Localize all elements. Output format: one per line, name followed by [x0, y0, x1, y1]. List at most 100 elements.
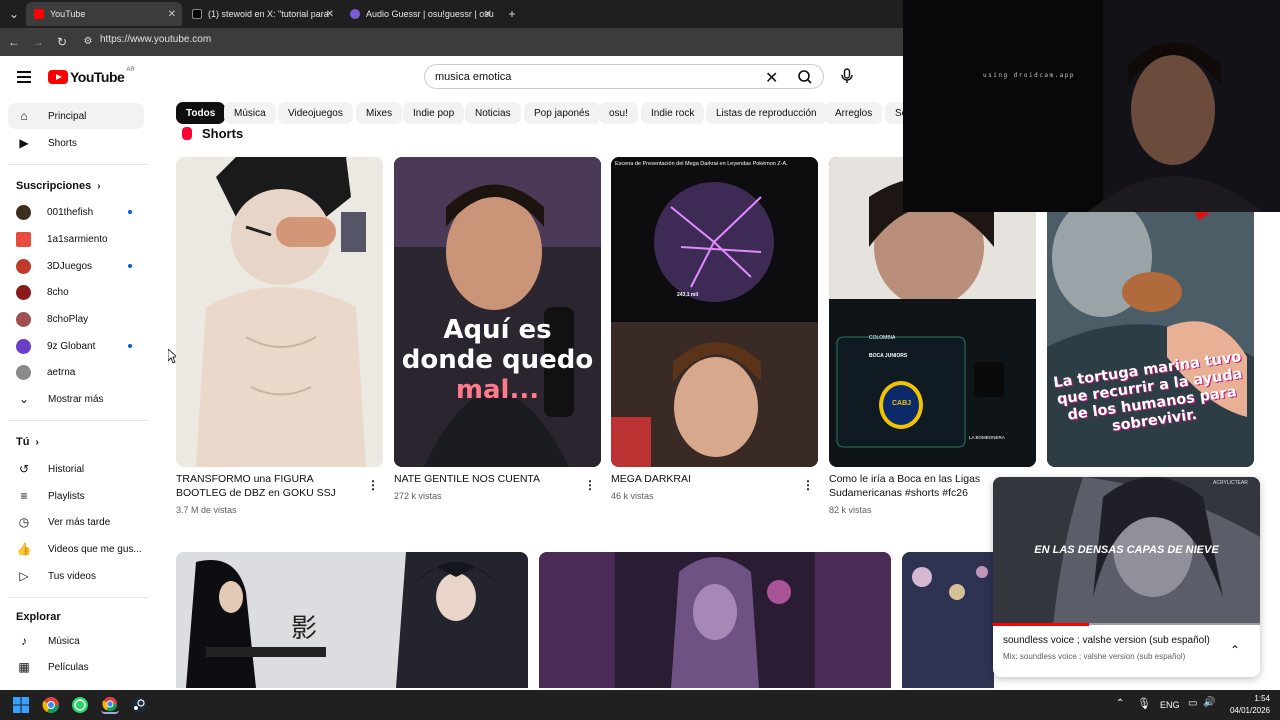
chrome-active-icon[interactable]	[101, 696, 119, 714]
short-thumbnail[interactable]: Aquí es donde quedo mal...	[394, 157, 601, 467]
chip-jpop[interactable]: Pop japonés	[524, 102, 600, 124]
anime-art-image	[539, 552, 891, 688]
chevron-right-icon: ›	[35, 436, 39, 448]
tab-search-icon[interactable]: ⌄	[6, 6, 22, 22]
logo-text: YouTube	[70, 69, 125, 85]
mini-player-title[interactable]: soundless voice ; valshe version (sub es…	[1003, 635, 1210, 646]
youtube-logo[interactable]: YouTube AR	[48, 67, 135, 85]
sidebar-item-subscription[interactable]: 8cho	[8, 279, 144, 305]
sidebar-item-subscription[interactable]: 8choPlay	[8, 306, 144, 332]
new-content-dot	[128, 264, 132, 268]
site-info-icon[interactable]: ⚙	[80, 34, 96, 50]
chip-indie-pop[interactable]: Indie pop	[403, 102, 465, 124]
sidebar-item-subscription[interactable]: 9z Globant	[8, 333, 144, 359]
chip-partial[interactable]: So	[885, 102, 903, 124]
browser-tab-x[interactable]: (1) stewoid en X: "tutorial para ✕	[184, 4, 340, 24]
clock-time[interactable]: 1:54	[1228, 694, 1270, 703]
sidebar-item-playlists[interactable]: ≡ Playlists	[8, 483, 144, 509]
chevron-up-icon[interactable]: ⌃	[1230, 643, 1240, 657]
overlay-country: COLOMBIA	[869, 335, 896, 341]
short-title[interactable]: MEGA DARKRAI	[611, 472, 795, 487]
sidebar-item-music[interactable]: ♪ Música	[8, 628, 144, 654]
close-tab-icon[interactable]: ✕	[326, 9, 334, 20]
chip-indie-rock[interactable]: Indie rock	[641, 102, 705, 124]
sidebar-item-movies[interactable]: ▦ Películas	[8, 654, 144, 680]
channel-name: aetrna	[47, 366, 76, 378]
microphone-icon[interactable]	[837, 66, 857, 86]
overlay-caption: Escena de Presentación del Mega Darkrai …	[615, 161, 788, 167]
mini-player[interactable]: EN LAS DENSAS CAPAS DE NIEVE ACRYLICTEAR…	[993, 477, 1260, 677]
chrome-icon[interactable]	[42, 696, 60, 714]
chip-news[interactable]: Noticias	[465, 102, 521, 124]
search-input[interactable]: musica emotica	[435, 71, 511, 83]
close-tab-icon[interactable]: ✕	[484, 9, 492, 20]
sidebar-item-liked-videos[interactable]: 👍 Videos que me gus...	[8, 536, 144, 562]
history-icon: ↺	[18, 462, 30, 476]
menu-icon[interactable]	[17, 71, 31, 83]
sidebar-item-subscription[interactable]: 001thefish	[8, 199, 144, 225]
chip-osu[interactable]: osu!	[599, 102, 638, 124]
chip-playlists[interactable]: Listas de reproducción	[706, 102, 827, 124]
sidebar-item-watch-later[interactable]: ◷ Ver más tarde	[8, 509, 144, 535]
url-field[interactable]: https://www.youtube.com	[100, 34, 211, 45]
search-box[interactable]: musica emotica ✕	[424, 64, 824, 89]
network-icon[interactable]: ▭	[1188, 698, 1197, 709]
browser-tab-youtube[interactable]: YouTube ✕	[26, 2, 182, 26]
channel-avatar	[16, 284, 31, 300]
divider	[8, 597, 148, 598]
clock-date[interactable]: 04/01/2026	[1220, 706, 1270, 715]
video-thumbnail[interactable]	[539, 552, 891, 688]
chip-arrangements[interactable]: Arreglos	[825, 102, 883, 124]
subscriptions-heading[interactable]: Suscripciones ›	[16, 180, 101, 192]
chip-mixes[interactable]: Mixes	[356, 102, 403, 124]
browser-tab-osuguessr[interactable]: Audio Guessr | osu!guessr | osu ✕	[342, 4, 498, 24]
microphone-tray-icon[interactable]: 🎙	[1137, 697, 1151, 710]
close-tab-icon[interactable]: ✕	[168, 9, 176, 20]
sidebar-item-subscription[interactable]: 1a1sarmiento	[8, 226, 144, 252]
more-options-icon[interactable]: ⋮	[584, 478, 596, 492]
tray-expand-icon[interactable]: ⌃	[1116, 698, 1124, 709]
new-tab-icon[interactable]: +	[504, 6, 520, 22]
shorts-icon	[182, 127, 192, 140]
sidebar-item-your-videos[interactable]: ▷ Tus videos	[8, 563, 144, 589]
steam-icon[interactable]	[130, 696, 148, 714]
sidebar-item-subscription[interactable]: aetrna	[8, 359, 144, 385]
sidebar-item-history[interactable]: ↺ Historial	[8, 456, 144, 482]
channel-name: 9z Globant	[47, 340, 96, 352]
section-title: Suscripciones	[16, 180, 92, 192]
short-title[interactable]: TRANSFORMO una FIGURA BOOTLEG de DBZ en …	[176, 472, 360, 502]
country-code: AR	[126, 67, 135, 73]
sidebar-item-subscription[interactable]: 3DJuegos	[8, 253, 144, 279]
windows-start-icon[interactable]	[12, 696, 30, 714]
search-icon[interactable]	[790, 68, 820, 86]
section-title: Explorar	[16, 611, 61, 623]
back-icon[interactable]: ←	[6, 34, 22, 50]
short-thumbnail[interactable]	[176, 157, 383, 467]
clear-search-icon[interactable]: ✕	[765, 68, 778, 88]
more-options-icon[interactable]: ⋮	[802, 478, 814, 492]
chip-all[interactable]: Todos	[176, 102, 226, 124]
mini-player-progress[interactable]	[993, 623, 1090, 626]
sidebar-item-label: Ver más tarde	[48, 516, 111, 528]
short-title[interactable]: NATE GENTILE NOS CUENTA TODO!!!	[394, 472, 578, 487]
video-thumbnail[interactable]	[902, 552, 994, 688]
sidebar-item-principal[interactable]: ⌂ Principal	[8, 103, 144, 129]
sidebar-item-shorts[interactable]: ▶ Shorts	[8, 130, 144, 156]
mini-player-video[interactable]: EN LAS DENSAS CAPAS DE NIEVE ACRYLICTEAR	[993, 477, 1260, 625]
sidebar-item-show-more[interactable]: ⌄ Mostrar más	[8, 386, 144, 412]
chip-videogames[interactable]: Videojuegos	[278, 102, 353, 124]
video-thumbnail[interactable]: 影	[176, 552, 528, 688]
language-indicator[interactable]: ENG	[1160, 700, 1180, 710]
sidebar-item-label: Tus videos	[48, 570, 96, 582]
forward-icon[interactable]: →	[30, 34, 46, 50]
you-heading[interactable]: Tú ›	[16, 436, 39, 448]
reload-icon[interactable]: ↻	[54, 34, 70, 50]
youtube-play-icon	[48, 70, 68, 84]
short-views: 46 k vistas	[611, 491, 654, 501]
more-options-icon[interactable]: ⋮	[367, 478, 379, 492]
short-title[interactable]: Como le iría a Boca en las Ligas Sudamer…	[829, 472, 989, 502]
chip-music[interactable]: Música	[224, 102, 276, 124]
volume-icon[interactable]: 🔊	[1203, 697, 1215, 708]
short-thumbnail[interactable]: Escena de Presentación del Mega Darkrai …	[611, 157, 818, 467]
whatsapp-icon[interactable]	[71, 696, 89, 714]
